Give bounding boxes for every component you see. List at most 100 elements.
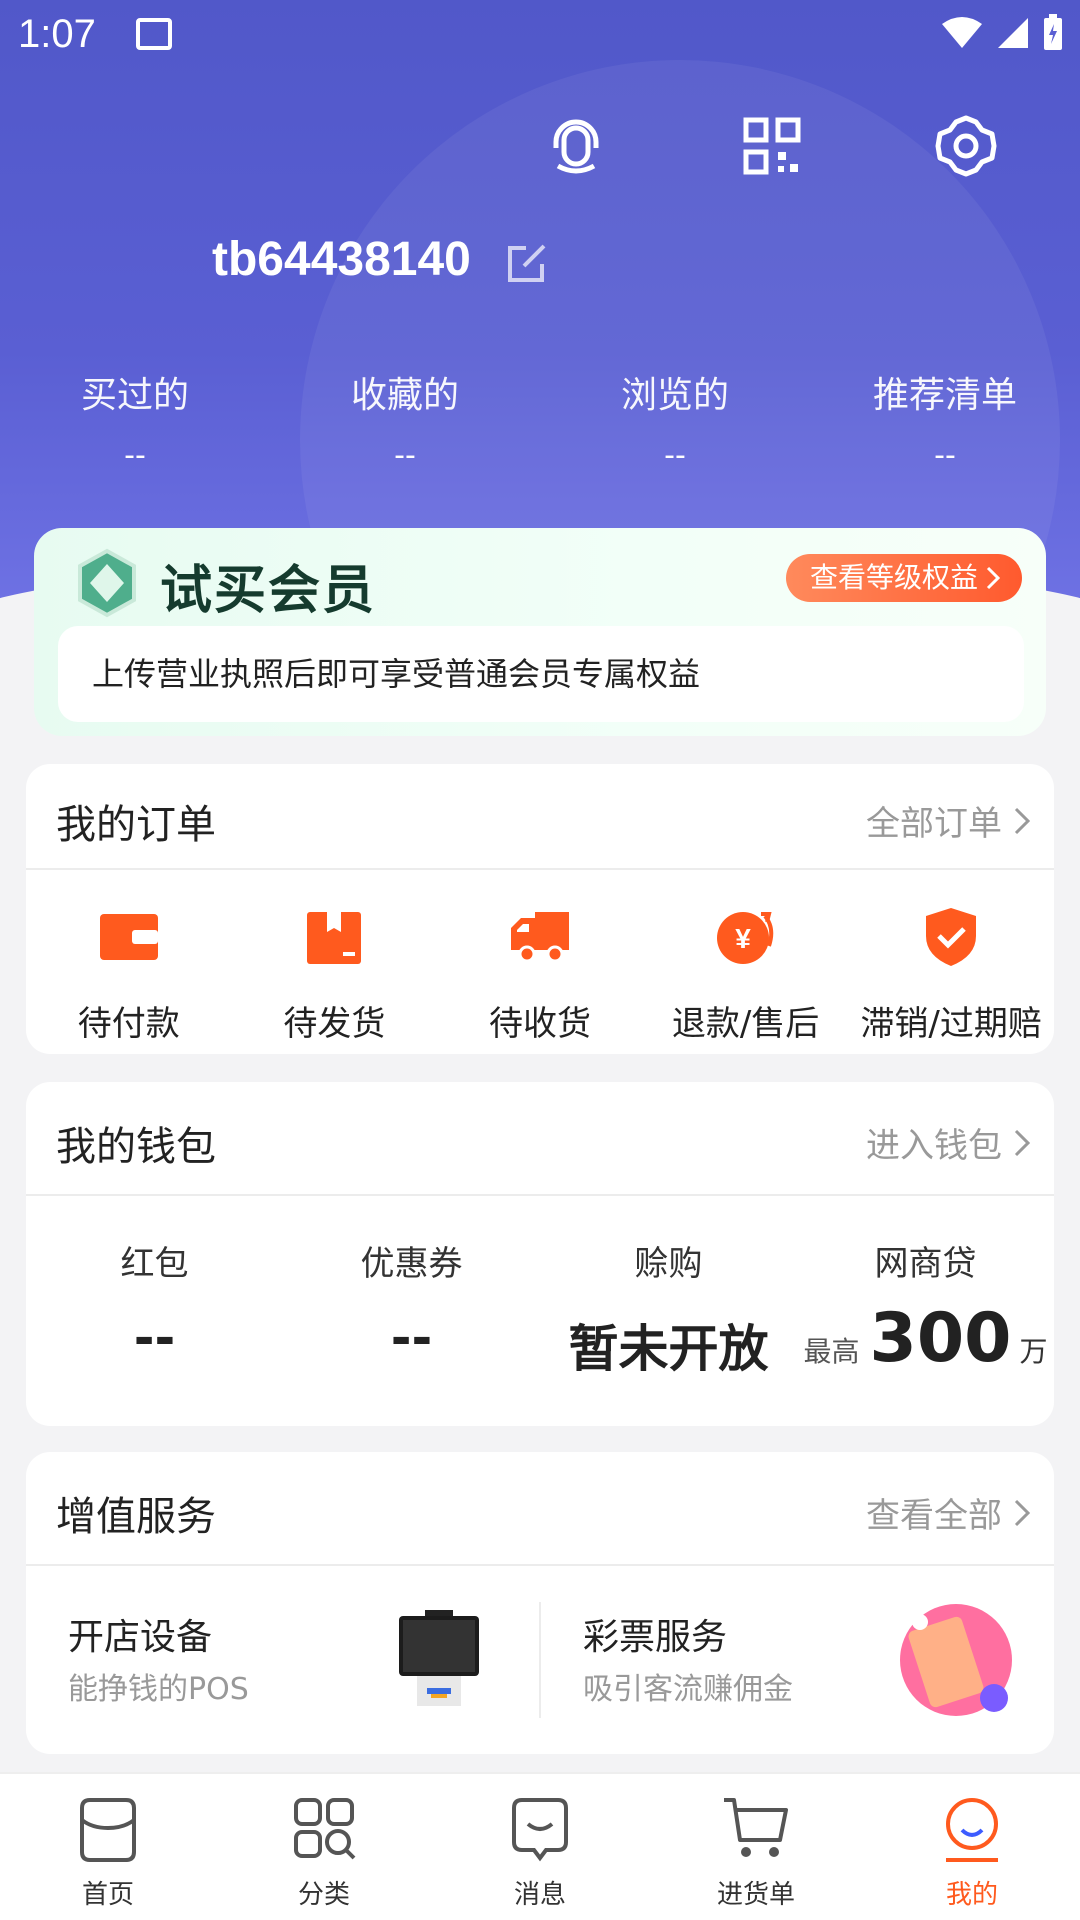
wallet-icon [99, 914, 158, 960]
services-grid: 开店设备 能挣钱的POS 彩票服务 吸引客流赚佣金 [26, 1566, 1054, 1754]
stat-browsed[interactable]: 浏览的 -- [540, 366, 810, 473]
bottom-tab-bar: 首页 分类 消息 进货单 我的 [0, 1772, 1080, 1920]
profile-stats: 买过的 -- 收藏的 -- 浏览的 -- 推荐清单 -- [0, 366, 1080, 473]
service-subtitle: 吸引客流赚佣金 [583, 1672, 793, 1707]
wallet-item-value: -- [390, 1309, 433, 1367]
stat-value: -- [124, 438, 146, 473]
orders-title: 我的订单 [56, 802, 216, 848]
wallet-item-label: 优惠券 [360, 1244, 463, 1284]
tab-label: 我的 [945, 1880, 998, 1910]
loan-prefix: 最高 [803, 1335, 860, 1368]
order-pending-shipment[interactable]: 待发货 [232, 906, 438, 1045]
username: tb64438140 [212, 233, 471, 286]
lottery-image [900, 1604, 1012, 1716]
shield-check-icon [926, 908, 977, 966]
order-item-label: 待收货 [488, 1004, 591, 1044]
tab-messages[interactable]: 消息 [432, 1774, 648, 1920]
qr-code-icon[interactable] [740, 114, 804, 178]
edit-name-icon[interactable] [504, 240, 550, 286]
wallet-coupons[interactable]: 优惠券 -- [283, 1236, 540, 1381]
cart-icon [724, 1798, 788, 1857]
image-notification-icon [136, 18, 172, 50]
package-icon [307, 912, 362, 964]
services-card-header: 增值服务 查看全部 [26, 1452, 1054, 1566]
wallet-item-value: -- [133, 1309, 176, 1367]
tab-label: 首页 [81, 1880, 134, 1910]
tab-purchase-list[interactable]: 进货单 [648, 1774, 864, 1920]
stat-favorites[interactable]: 收藏的 -- [270, 366, 540, 473]
order-unsold-compensation[interactable]: 滞销/过期赔 [848, 906, 1054, 1045]
view-all-services-link[interactable]: 查看全部 [866, 1488, 1030, 1537]
view-level-benefits-button[interactable]: 查看等级权益 [785, 554, 1022, 602]
member-card[interactable]: 试买会员 查看等级权益 上传营业执照后即可享受普通会员专属权益 [34, 528, 1046, 736]
wallet-grid: 红包 -- 优惠券 -- 赊购 暂未开放 网商贷 最高 300 万 [26, 1196, 1054, 1381]
stat-value: -- [934, 438, 956, 473]
stat-value: -- [394, 438, 416, 473]
service-store-equipment[interactable]: 开店设备 能挣钱的POS [26, 1602, 539, 1718]
chevron-right-icon [1014, 1499, 1030, 1526]
battery-icon [1044, 14, 1062, 50]
chevron-right-icon [986, 566, 1000, 590]
view-level-benefits-label: 查看等级权益 [809, 561, 978, 594]
member-badge-icon [78, 548, 136, 618]
message-icon [512, 1798, 568, 1862]
stat-label: 浏览的 [620, 375, 729, 416]
wallet-red-packet[interactable]: 红包 -- [26, 1236, 283, 1381]
tab-mine[interactable]: 我的 [864, 1774, 1080, 1920]
loan-amount: 最高 300 万 [797, 1299, 1054, 1378]
stat-label: 买过的 [80, 375, 189, 416]
wallet-credit-purchase[interactable]: 赊购 暂未开放 [540, 1236, 797, 1381]
stat-recommend-list[interactable]: 推荐清单 -- [810, 366, 1080, 473]
stat-value: -- [664, 438, 686, 473]
wallet-item-label: 红包 [120, 1244, 189, 1284]
stat-label: 收藏的 [350, 375, 459, 416]
member-subtitle: 上传营业执照后即可享受普通会员专属权益 [58, 626, 1024, 722]
stat-bought[interactable]: 买过的 -- [0, 366, 270, 473]
services-card: 增值服务 查看全部 开店设备 能挣钱的POS 彩票服务 吸引客流赚佣金 [26, 1452, 1054, 1754]
service-lottery[interactable]: 彩票服务 吸引客流赚佣金 [539, 1602, 1054, 1718]
wallet-title: 我的钱包 [56, 1124, 216, 1170]
wallet-item-label: 赊购 [634, 1244, 703, 1284]
svg-text:¥: ¥ [735, 923, 751, 954]
service-subtitle: 能挣钱的POS [68, 1672, 249, 1707]
order-pending-receipt[interactable]: 待收货 [437, 906, 643, 1045]
stat-label: 推荐清单 [872, 375, 1017, 416]
order-item-label: 退款/售后 [671, 1004, 820, 1044]
wifi-icon [942, 17, 982, 48]
service-title: 开店设备 [68, 1617, 213, 1658]
view-all-services-label: 查看全部 [866, 1496, 1002, 1536]
tab-label: 分类 [297, 1880, 350, 1910]
orders-card-header: 我的订单 全部订单 [26, 764, 1054, 870]
order-item-label: 待发货 [283, 1004, 386, 1044]
order-refund-aftersale[interactable]: ¥ 退款/售后 [643, 906, 849, 1045]
wallet-card-header: 我的钱包 进入钱包 [26, 1082, 1054, 1196]
tab-home[interactable]: 首页 [0, 1774, 216, 1920]
wallet-item-value: 暂未开放 [568, 1320, 769, 1378]
enter-wallet-link[interactable]: 进入钱包 [866, 1118, 1030, 1167]
wallet-loan[interactable]: 网商贷 最高 300 万 [797, 1236, 1054, 1381]
truck-icon [510, 912, 569, 963]
all-orders-link[interactable]: 全部订单 [866, 796, 1030, 845]
customer-service-icon[interactable] [544, 114, 608, 178]
order-status-grid: 待付款 待发货 待收货 ¥ 退款/售后 滞销/过期赔 [26, 870, 1054, 1045]
order-pending-payment[interactable]: 待付款 [26, 906, 232, 1045]
signal-icon [998, 18, 1028, 48]
all-orders-label: 全部订单 [866, 804, 1002, 844]
loan-number: 300 [869, 1299, 1012, 1378]
home-icon [80, 1798, 136, 1862]
order-item-label: 待付款 [77, 1004, 180, 1044]
status-time: 1:07 [18, 12, 96, 56]
services-title: 增值服务 [56, 1494, 216, 1540]
refund-icon: ¥ [716, 912, 773, 964]
tab-label: 消息 [513, 1880, 566, 1910]
order-item-label: 滞销/过期赔 [860, 1004, 1042, 1044]
settings-icon[interactable] [934, 114, 998, 178]
orders-card: 我的订单 全部订单 待付款 待发货 待收货 ¥ 退款/售后 滞销/过期赔 [26, 764, 1054, 1054]
loan-unit: 万 [1019, 1335, 1048, 1368]
wallet-item-label: 网商贷 [874, 1244, 977, 1284]
tab-category[interactable]: 分类 [216, 1774, 432, 1920]
wallet-card: 我的钱包 进入钱包 红包 -- 优惠券 -- 赊购 暂未开放 网商贷 最高 30… [26, 1082, 1054, 1426]
service-title: 彩票服务 [583, 1617, 728, 1658]
category-icon [294, 1798, 356, 1860]
profile-icon [946, 1798, 998, 1862]
